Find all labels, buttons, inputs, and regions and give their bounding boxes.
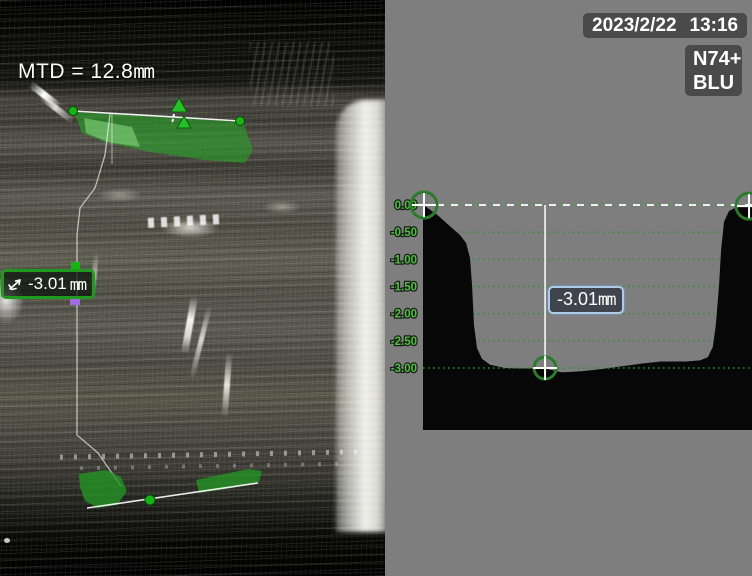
profile-panel: 0.00-0.50-1.00-1.50-2.00-2.50-3.00 -3.01…: [385, 0, 752, 576]
reference-handle[interactable]: [236, 117, 245, 126]
y-tick-label: -0.50: [391, 227, 417, 239]
depth-measure-icon: [8, 276, 25, 292]
depth-point-square-marker[interactable]: [70, 298, 80, 305]
y-tick-label: -1.50: [391, 281, 417, 293]
probe-model: N74+: [693, 47, 742, 71]
chart-depth-value: -3.01: [557, 289, 598, 309]
depth-ref-square-marker[interactable]: [71, 262, 80, 269]
chart-depth-unit: mm: [598, 290, 615, 309]
y-tick-label: -3.00: [391, 363, 417, 375]
reference-handle[interactable]: [69, 107, 78, 116]
mtd-unit: mm: [133, 60, 153, 83]
date-text: 2023/2/22: [592, 15, 677, 37]
chart-depth-label[interactable]: -3.01mm: [548, 286, 624, 314]
probe-mode: BLU: [693, 71, 742, 95]
depth-measurement-line: [77, 114, 121, 486]
datetime-badge: 2023/2/22 13:16: [583, 13, 747, 38]
profile-area: [423, 206, 752, 430]
reference-handle[interactable]: [145, 495, 155, 505]
mtd-text: MTD = 12.8: [18, 60, 133, 83]
y-tick-label: -1.00: [391, 254, 417, 266]
measurement-screen: MTD = 12.8mm -3.01mm 0.00-0.50-1.00-1.50…: [0, 0, 752, 576]
reference-area-bottom: [79, 469, 262, 508]
live-image-panel: MTD = 12.8mm -3.01mm: [0, 0, 385, 576]
y-tick-label: -2.00: [391, 309, 417, 321]
depth-measurement-label[interactable]: -3.01mm: [1, 269, 95, 299]
probe-info-badge: N74+ BLU: [685, 45, 742, 96]
y-tick-label: -2.50: [391, 336, 417, 348]
time-text: 13:16: [690, 15, 739, 37]
mtd-readout: MTD = 12.8mm: [18, 60, 154, 84]
depth-unit: mm: [70, 275, 86, 294]
depth-value: -3.01: [28, 274, 67, 294]
